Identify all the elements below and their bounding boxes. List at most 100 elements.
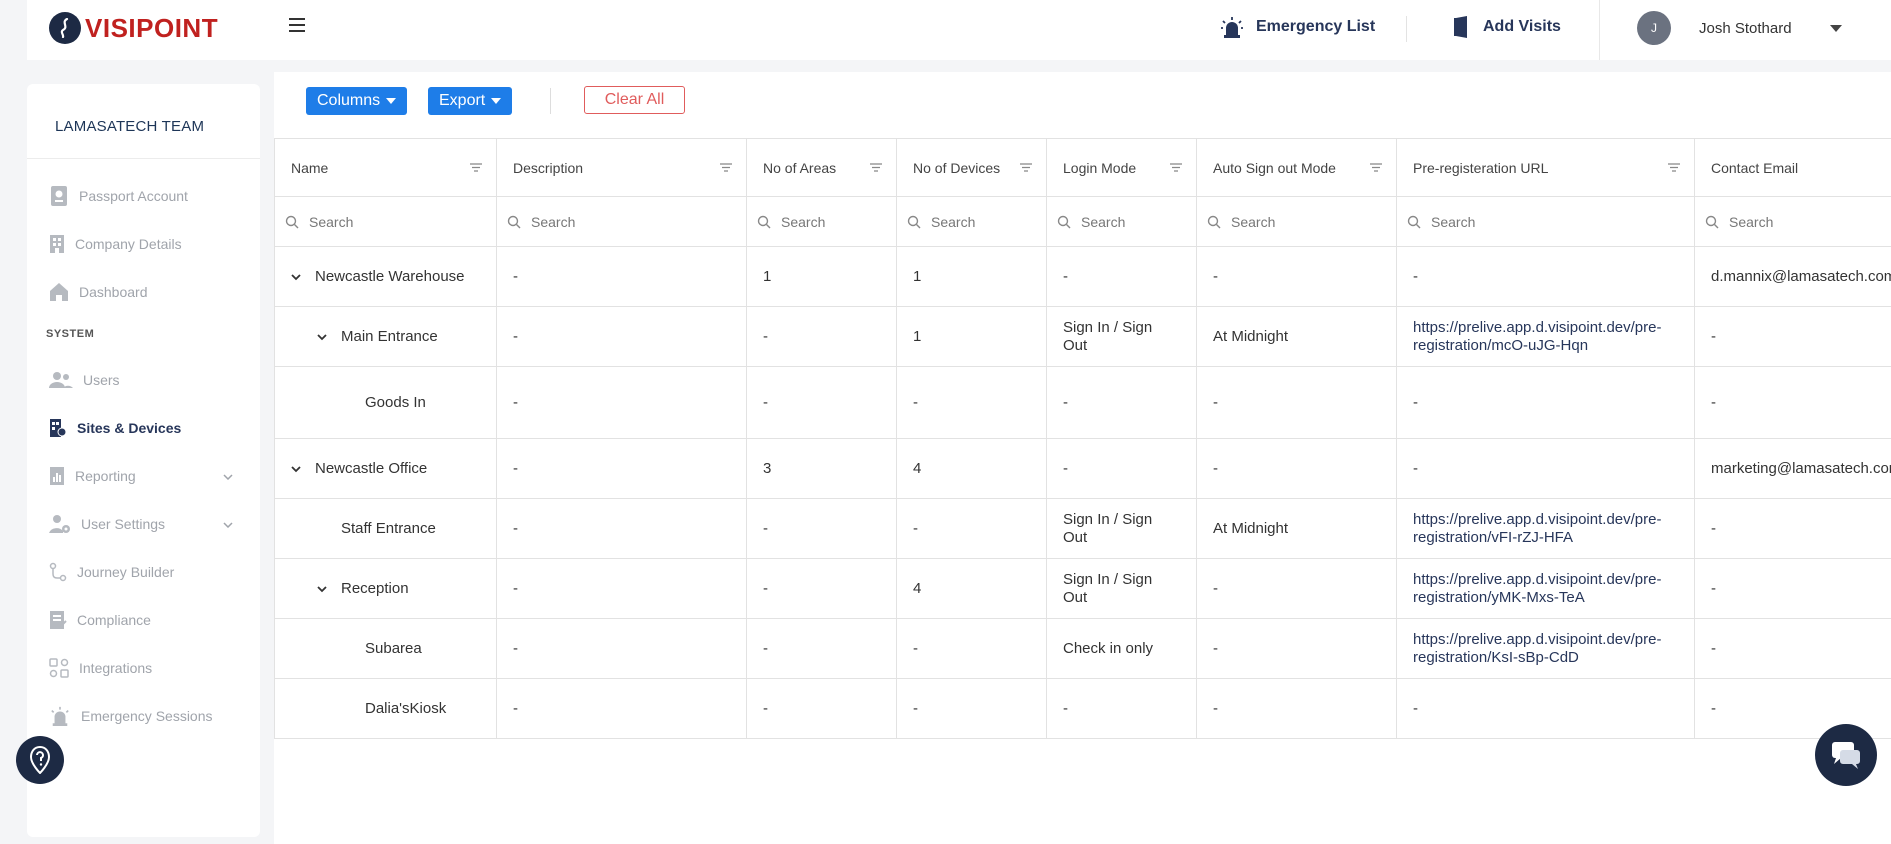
search-row: Search Search Search Search Search Search Sear… (274, 196, 1891, 247)
main-panel: Columns Export Clear All Name Description… (274, 72, 1891, 844)
column-search-input[interactable]: Search (1046, 196, 1197, 247)
row-name: Newcastle Warehouse (315, 268, 465, 285)
table-row[interactable]: Staff Entrance - - - Sign In / Sign Out At Mi… (274, 498, 1891, 559)
table-row[interactable]: Goods In - - - - - - - (274, 366, 1891, 439)
column-search-input[interactable]: Search (1396, 196, 1695, 247)
column-search-input[interactable]: Search (1196, 196, 1397, 247)
chevron-down-icon[interactable] (317, 332, 327, 342)
caret-down-icon[interactable] (1830, 25, 1842, 32)
filter-icon[interactable] (870, 163, 882, 172)
sidebar-item-label: Reporting (75, 468, 136, 484)
url-cell[interactable]: https://prelive.app.d.visipoint.dev/pre-… (1396, 618, 1695, 679)
url-cell[interactable]: https://prelive.app.d.visipoint.dev/pre-… (1396, 498, 1695, 559)
areas-cell: 3 (746, 438, 897, 499)
row-name: Dalia'sKiosk (365, 700, 447, 717)
auto-signout-cell: - (1196, 558, 1397, 619)
sidebar-item-compliance[interactable]: Compliance (49, 608, 151, 632)
export-button[interactable]: Export (428, 87, 513, 115)
column-header[interactable]: Pre-registeration URL (1396, 138, 1695, 197)
name-cell: Subarea (274, 618, 497, 679)
chat-button[interactable] (1815, 724, 1877, 786)
chevron-down-icon[interactable] (223, 522, 233, 528)
search-icon (1407, 215, 1421, 228)
url-cell[interactable]: https://prelive.app.d.visipoint.dev/pre-… (1396, 306, 1695, 367)
filter-icon[interactable] (470, 163, 482, 172)
sidebar-item-user-settings[interactable]: User Settings (49, 512, 165, 536)
column-header[interactable]: Auto Sign out Mode (1196, 138, 1397, 197)
table-row[interactable]: Main Entrance - -1 Sign In / Sign Out At Mid… (274, 306, 1891, 367)
sidebar-item-passport-account[interactable]: Passport Account (49, 184, 188, 208)
name-cell: Newcastle Warehouse (274, 246, 497, 307)
search-icon (757, 215, 771, 228)
row-name: Reception (341, 580, 409, 597)
sidebar-item-label: Users (83, 372, 120, 388)
name-cell: Goods In (274, 366, 497, 439)
column-header-label: No of Devices (913, 159, 1001, 176)
filter-icon[interactable] (720, 163, 732, 172)
search-icon (285, 215, 299, 228)
sidebar-item-integrations[interactable]: Integrations (49, 656, 152, 680)
column-header[interactable]: Description (496, 138, 747, 197)
add-visits-button[interactable]: Add Visits (1453, 16, 1561, 38)
column-header[interactable]: No of Devices (896, 138, 1047, 197)
column-header[interactable]: Login Mode (1046, 138, 1197, 197)
reporting-icon (50, 467, 64, 485)
search-placeholder: Search (309, 213, 354, 230)
column-search-input[interactable]: Search (274, 196, 497, 247)
sidebar-item-journey-builder[interactable]: Journey Builder (49, 560, 174, 584)
sidebar-item-company-details[interactable]: Company Details (49, 232, 182, 256)
caret-down-icon (386, 98, 397, 104)
chevron-down-icon[interactable] (291, 272, 301, 282)
column-search-input[interactable]: Search (1694, 196, 1891, 247)
filter-icon[interactable] (1668, 163, 1680, 172)
column-header-label: Pre-registeration URL (1413, 159, 1549, 176)
column-header-label: Name (291, 159, 329, 176)
table-row[interactable]: Dalia'sKiosk - - - - - - - (274, 678, 1891, 739)
auto-signout-cell: - (1196, 438, 1397, 499)
sidebar-item-dashboard[interactable]: Dashboard (49, 280, 148, 304)
columns-button[interactable]: Columns (306, 87, 408, 115)
sidebar-item-reporting[interactable]: Reporting (49, 464, 239, 488)
menu-icon[interactable] (289, 18, 305, 34)
clear-all-button[interactable]: Clear All (584, 86, 685, 114)
emergency-icon (51, 706, 69, 726)
column-header-label: No of Areas (763, 159, 837, 176)
url-cell: - (1396, 246, 1695, 307)
column-header-label: Auto Sign out Mode (1213, 159, 1336, 176)
user-name[interactable]: Josh Stothard (1699, 20, 1792, 37)
table-row[interactable]: Newcastle Office -3 4- - - marketing@lamasate… (274, 438, 1891, 499)
emergency-list-button[interactable]: Emergency List (1220, 16, 1375, 38)
column-header[interactable]: Contact Email (1694, 138, 1891, 197)
table-row[interactable]: Subarea - - - Check in only - https://prelive.… (274, 618, 1891, 679)
filter-icon[interactable] (1020, 163, 1032, 172)
url-cell[interactable]: https://prelive.app.d.visipoint.dev/pre-… (1396, 558, 1695, 619)
sidebar-item-users[interactable]: Users (49, 368, 120, 392)
sidebar-item-sites-devices[interactable]: Sites & Devices (49, 416, 181, 440)
column-search-input[interactable]: Search (746, 196, 897, 247)
logo[interactable]: VISIPOINT (49, 12, 218, 44)
user-menu[interactable]: J Josh Stothard (1599, 0, 1891, 60)
column-header[interactable]: Name (274, 138, 497, 197)
toolbar: Columns Export Clear All (274, 72, 1891, 138)
devices-cell: 1 (896, 246, 1047, 307)
column-header[interactable]: No of Areas (746, 138, 897, 197)
filter-icon[interactable] (1170, 163, 1182, 172)
chevron-down-icon[interactable] (291, 464, 301, 474)
table-row[interactable]: Newcastle Warehouse -1 1- - - d.mannix@lamasa… (274, 246, 1891, 307)
team-name: LAMASATECH TEAM (55, 118, 205, 135)
sidebar-item-emergency-sessions[interactable]: Emergency Sessions (49, 704, 213, 728)
avatar[interactable]: J (1637, 11, 1671, 45)
column-search-input[interactable]: Search (496, 196, 747, 247)
column-search-input[interactable]: Search (896, 196, 1047, 247)
sites-table: Name Description No of Areas No of Devices L… (274, 138, 1891, 739)
description-cell: - (496, 306, 747, 367)
filter-icon[interactable] (1370, 163, 1382, 172)
login-mode-cell: - (1046, 438, 1197, 499)
auto-signout-cell: At Midnight (1196, 498, 1397, 559)
table-row[interactable]: Reception - -4 Sign In / Sign Out - https://p… (274, 558, 1891, 619)
help-button[interactable] (16, 736, 64, 784)
chevron-down-icon[interactable] (223, 474, 233, 480)
devices-cell: - (896, 618, 1047, 679)
chevron-down-icon[interactable] (317, 584, 327, 594)
sidebar-item-label: Integrations (79, 660, 153, 676)
